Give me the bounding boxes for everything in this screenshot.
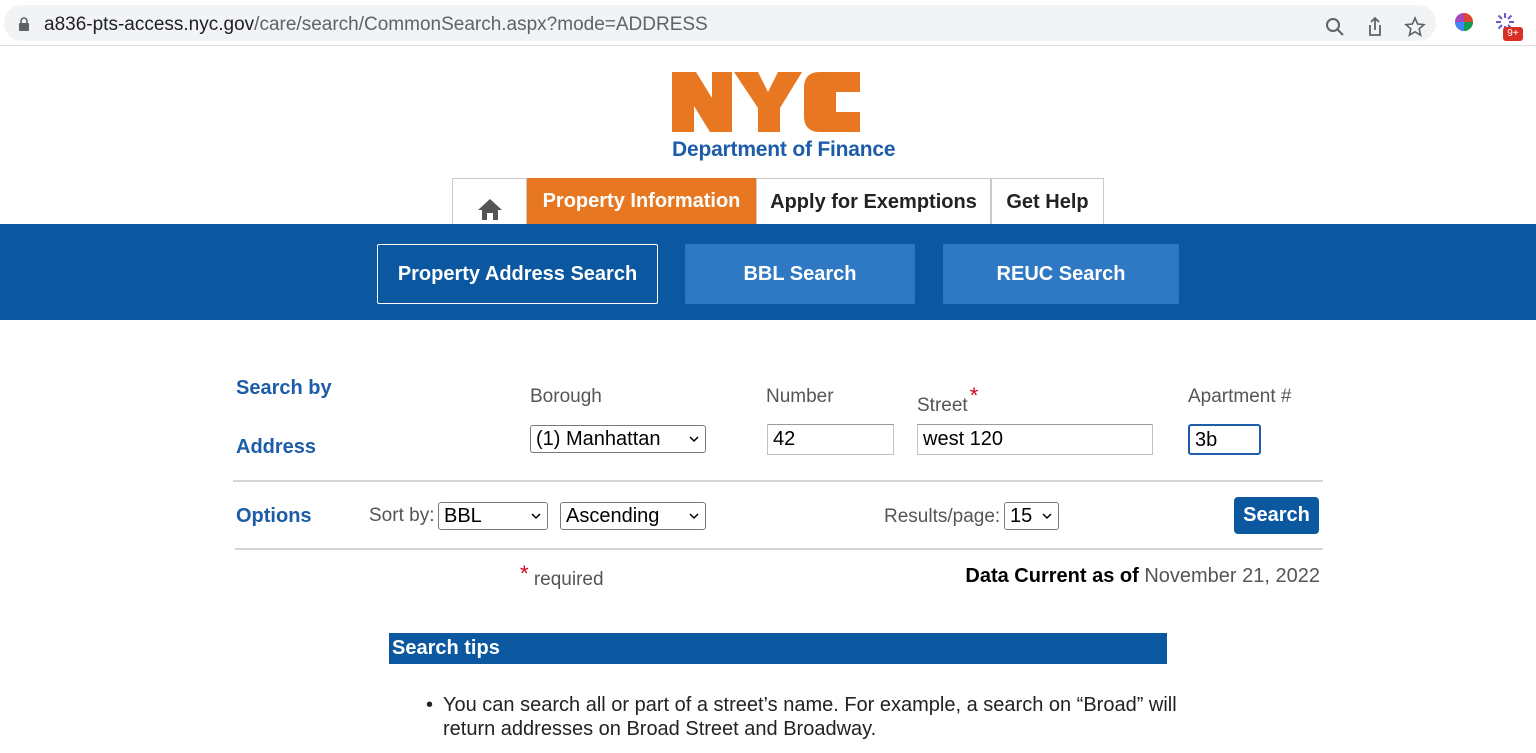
search-button[interactable]: Search <box>1234 497 1319 534</box>
divider <box>235 548 1323 550</box>
tab-property-information[interactable]: Property Information <box>527 178 756 224</box>
street-label-text: Street <box>917 395 968 416</box>
bookmark-star-icon[interactable] <box>1404 16 1426 38</box>
street-label: Street* <box>917 383 978 417</box>
extension-badge: 9+ <box>1503 27 1523 41</box>
search-type-band: Property Address Search BBL Search REUC … <box>0 224 1536 320</box>
lock-icon <box>19 17 29 31</box>
sort-field-select[interactable]: BBL <box>438 502 548 530</box>
borough-select[interactable]: (1) Manhattan <box>530 425 706 453</box>
chevron-down-icon <box>1042 513 1052 520</box>
tip-text: You can search all or part of a street’s… <box>443 694 1177 740</box>
search-icon[interactable] <box>1324 16 1346 38</box>
chevron-down-icon <box>531 513 541 520</box>
required-note: * required <box>518 561 604 591</box>
apartment-input[interactable]: 3b <box>1188 424 1261 455</box>
home-icon <box>477 199 502 220</box>
address-bar[interactable]: a836-pts-access.nyc.gov/care/search/Comm… <box>4 5 1436 41</box>
department-of-finance-title: Department of Finance <box>672 138 896 161</box>
url-text: a836-pts-access.nyc.gov/care/search/Comm… <box>44 14 708 36</box>
bullet: • <box>426 694 434 716</box>
results-per-page-label: Results/page: <box>884 506 1001 527</box>
search-by-label: Search by <box>236 377 332 399</box>
options-label: Options <box>236 505 312 527</box>
sort-field-value: BBL <box>444 505 482 527</box>
data-current-date: November 21, 2022 <box>1144 565 1320 587</box>
reuc-search-button[interactable]: REUC Search <box>943 244 1179 304</box>
required-star: * <box>969 383 979 408</box>
url-host: a836-pts-access.nyc.gov <box>44 14 255 35</box>
required-star: * <box>520 561 529 586</box>
bbl-search-button[interactable]: BBL Search <box>685 244 915 304</box>
required-note-text: required <box>533 569 604 590</box>
chevron-down-icon <box>689 513 699 520</box>
number-input[interactable]: 42 <box>767 424 894 455</box>
results-per-page-value: 15 <box>1010 505 1033 527</box>
property-address-search-button[interactable]: Property Address Search <box>377 244 658 304</box>
data-current-as-of: Data Current as of November 21, 2022 <box>965 565 1320 588</box>
borough-label: Borough <box>530 386 602 407</box>
tab-home[interactable] <box>452 178 527 225</box>
data-current-label: Data Current as of <box>965 565 1139 587</box>
street-input[interactable]: west 120 <box>917 424 1153 455</box>
sort-order-value: Ascending <box>566 505 660 527</box>
borough-value: (1) Manhattan <box>536 428 661 450</box>
nyc-logo <box>672 72 860 132</box>
browser-toolbar: a836-pts-access.nyc.gov/care/search/Comm… <box>0 0 1536 46</box>
sort-order-select[interactable]: Ascending <box>560 502 706 530</box>
results-per-page-select[interactable]: 15 <box>1004 502 1059 530</box>
share-icon[interactable] <box>1364 16 1386 38</box>
number-label: Number <box>766 386 834 407</box>
search-tips-header: Search tips <box>389 633 1167 664</box>
apartment-label: Apartment # <box>1188 386 1292 407</box>
chevron-down-icon <box>689 436 699 443</box>
url-path: /care/search/CommonSearch.aspx?mode=ADDR… <box>254 14 708 35</box>
color-wheel-extension-icon[interactable] <box>1453 11 1475 33</box>
address-label: Address <box>236 436 317 458</box>
tab-get-help[interactable]: Get Help <box>991 178 1104 225</box>
tab-apply-for-exemptions[interactable]: Apply for Exemptions <box>756 178 991 225</box>
sort-by-label: Sort by: <box>369 505 435 526</box>
divider <box>233 480 1323 482</box>
